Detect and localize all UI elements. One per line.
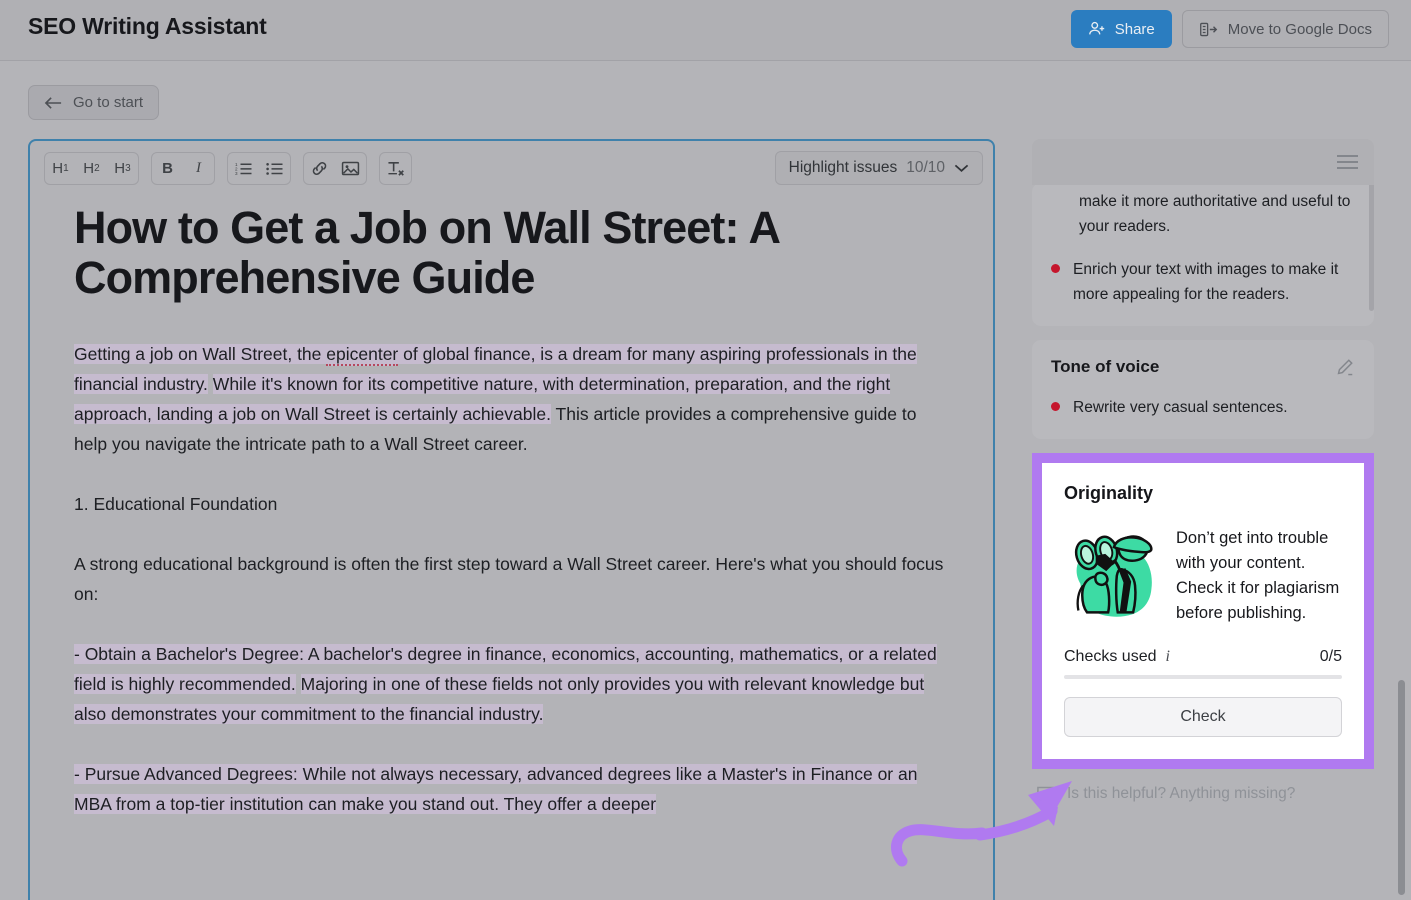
recommendation-text: Enrich your text with images to make it … [1073, 257, 1355, 307]
list-group: 1 2 3 [227, 152, 291, 185]
document-paragraph: - Obtain a Bachelor's Degree: A bachelor… [74, 639, 949, 729]
document-editor[interactable]: H1 H2 H3 B I 1 2 3 [28, 139, 995, 900]
document-paragraph-list: Getting a job on Wall Street, the epicen… [74, 339, 949, 819]
list-item: Rewrite very casual sentences. [1051, 395, 1355, 420]
app-header: SEO Writing Assistant Share [0, 0, 1411, 61]
detective-binoculars-icon [1064, 526, 1160, 622]
list-item: Enrich your text with images to make it … [1051, 257, 1355, 307]
person-plus-icon [1088, 20, 1106, 38]
hamburger-line [1337, 167, 1358, 169]
clear-formatting-icon[interactable] [380, 153, 411, 184]
bullet-list-icon[interactable] [259, 153, 290, 184]
svg-text:3: 3 [235, 171, 238, 176]
checks-progress-bar [1064, 675, 1342, 679]
bullet-dot-icon [1051, 264, 1060, 273]
highlighted-text[interactable]: Getting a job on Wall Street, the [74, 344, 326, 364]
recommendations-card: make it more authoritative and useful to… [1032, 183, 1374, 326]
highlight-issues-dropdown[interactable]: Highlight issues 10/10 [775, 151, 983, 185]
heading-3-button[interactable]: H3 [107, 153, 138, 184]
page-scrollbar[interactable] [1398, 680, 1405, 895]
checks-used-label: Checks used [1064, 648, 1157, 666]
h1-subscript: 1 [63, 163, 69, 174]
document-paragraph: - Pursue Advanced Degrees: While not alw… [74, 759, 949, 819]
h2-subscript: 2 [94, 163, 100, 174]
document-paragraph: A strong educational background is often… [74, 549, 949, 609]
hamburger-line [1337, 161, 1358, 163]
recommendation-partial-text: make it more authoritative and useful to… [1079, 189, 1355, 239]
insert-group [303, 152, 367, 185]
chevron-down-icon [954, 163, 969, 173]
plain-text: 1. Educational Foundation [74, 494, 277, 514]
content-fade-overlay [30, 856, 993, 900]
tone-of-voice-title: Tone of voice [1051, 357, 1159, 377]
header-actions: Share Move to Google Docs [1071, 10, 1389, 48]
app-root: SEO Writing Assistant Share [0, 0, 1411, 900]
feedback-prompt[interactable]: Is this helpful? Anything missing? [1032, 769, 1374, 803]
highlight-issues-count: 10/10 [906, 159, 945, 177]
highlight-issues-label: Highlight issues [789, 159, 898, 177]
move-to-google-docs-label: Move to Google Docs [1228, 21, 1372, 38]
image-icon[interactable] [335, 153, 366, 184]
share-button-label: Share [1115, 21, 1155, 38]
clear-format-group [379, 152, 412, 185]
highlighted-text[interactable]: - Pursue Advanced Degrees: While not alw… [74, 764, 917, 814]
italic-button[interactable]: I [183, 153, 214, 184]
check-plagiarism-button[interactable]: Check [1064, 697, 1342, 737]
move-to-docs-icon [1199, 21, 1218, 38]
checks-used-left: Checks used i [1064, 648, 1170, 666]
ordered-list-icon[interactable]: 1 2 3 [228, 153, 259, 184]
heading-1-button[interactable]: H1 [45, 153, 76, 184]
h3-subscript: 3 [125, 163, 131, 174]
checks-used-value: 0/5 [1320, 648, 1342, 666]
panel-header [1032, 139, 1374, 185]
insights-panel: make it more authoritative and useful to… [1032, 139, 1374, 900]
arrow-left-icon [44, 96, 63, 110]
page-title: SEO Writing Assistant [28, 13, 267, 40]
document-paragraph: 1. Educational Foundation [74, 489, 949, 519]
originality-title: Originality [1064, 483, 1342, 504]
checks-used-row: Checks used i 0/5 [1064, 648, 1342, 666]
bold-button[interactable]: B [152, 153, 183, 184]
text-style-group: B I [151, 152, 215, 185]
misspelled-word[interactable]: epicenter [326, 344, 398, 366]
document-body[interactable]: How to Get a Job on Wall Street: A Compr… [30, 195, 993, 900]
info-icon[interactable]: i [1166, 648, 1170, 666]
originality-description: Don’t get into trouble with your content… [1176, 526, 1342, 626]
originality-card-highlight: Originality [1032, 453, 1374, 769]
tone-of-voice-card: Tone of voice Rewrite very casual senten… [1032, 340, 1374, 439]
bullet-dot-icon [1051, 402, 1060, 411]
plain-text [296, 674, 301, 694]
hamburger-menu-icon[interactable] [1337, 155, 1358, 169]
plain-text: A strong educational background is often… [74, 554, 943, 604]
heading-button-group: H1 H2 H3 [44, 152, 139, 185]
list-item: make it more authoritative and useful to… [1079, 189, 1355, 239]
heading-2-button[interactable]: H2 [76, 153, 107, 184]
document-paragraph: Getting a job on Wall Street, the epicen… [74, 339, 949, 459]
hamburger-line [1337, 155, 1358, 157]
pencil-edit-icon[interactable] [1335, 357, 1355, 377]
share-button[interactable]: Share [1071, 10, 1172, 48]
editor-toolbar: H1 H2 H3 B I 1 2 3 [30, 141, 993, 195]
link-icon[interactable] [304, 153, 335, 184]
move-to-google-docs-button[interactable]: Move to Google Docs [1182, 10, 1389, 48]
originality-body: Don’t get into trouble with your content… [1064, 526, 1342, 626]
go-to-start-button[interactable]: Go to start [28, 85, 159, 120]
comment-icon [1036, 785, 1055, 803]
card-header: Tone of voice [1051, 357, 1355, 377]
originality-card: Originality [1042, 463, 1364, 759]
feedback-text: Is this helpful? Anything missing? [1067, 785, 1295, 803]
go-to-start-label: Go to start [73, 94, 143, 111]
tone-suggestion-text: Rewrite very casual sentences. [1073, 395, 1288, 420]
document-heading: How to Get a Job on Wall Street: A Compr… [74, 203, 949, 303]
